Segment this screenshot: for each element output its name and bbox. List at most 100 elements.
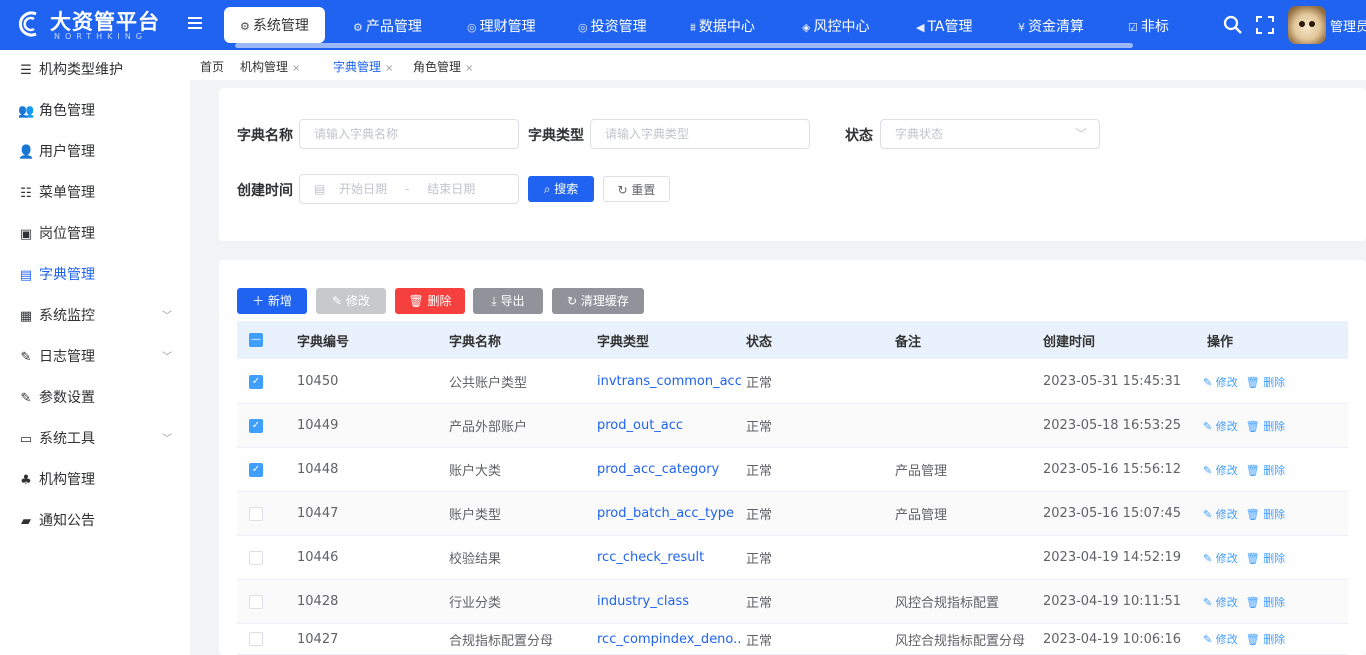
sidebar-item-users[interactable]: 👤 用户管理 <box>0 132 190 173</box>
fullscreen-icon[interactable] <box>1254 14 1276 36</box>
row-edit-link[interactable]: ✎ 修改 <box>1203 418 1238 434</box>
cell-id: 10446 <box>297 550 339 565</box>
end-date[interactable]: 结束日期 <box>427 182 475 196</box>
cell-type-link[interactable]: prod_acc_category <box>597 448 742 491</box>
row-checkbox[interactable]: ✓ <box>249 374 263 389</box>
dict-type-input[interactable]: 请输入字典类型 <box>590 119 810 149</box>
cell-id: 10449 <box>297 418 339 433</box>
tree-icon: ☷ <box>20 186 32 201</box>
col-dict-type: 字典类型 <box>597 334 650 350</box>
row-checkbox[interactable]: ✓ <box>249 462 263 477</box>
cell-status: 正常 <box>746 464 773 479</box>
sidebar-item-notices[interactable]: ▰ 通知公告 <box>0 501 190 542</box>
row-checkbox[interactable] <box>249 550 263 565</box>
app-logo[interactable]: 大资管平台 NORTHKING <box>14 6 174 46</box>
sidebar-item-logs[interactable]: ✎ 日志管理 ﹀ <box>0 337 190 378</box>
sidebar-item-menus[interactable]: ☷ 菜单管理 <box>0 173 190 214</box>
cell-type-link[interactable]: prod_batch_acc_type <box>597 492 742 535</box>
tag-home[interactable]: 首页 <box>200 58 224 75</box>
sidebar-item-dict[interactable]: ▤ 字典管理 <box>0 255 190 296</box>
chevron-down-icon: ﹀ <box>162 352 172 363</box>
table-row[interactable]: 10428 行业分类 industry_class 正常 风控合规指标配置 20… <box>237 580 1348 624</box>
cell-name: 校验结果 <box>449 552 502 567</box>
cell-type-link[interactable]: rcc_check_result <box>597 536 742 579</box>
row-checkbox[interactable] <box>249 594 263 609</box>
tag-org[interactable]: 机构管理 × <box>240 58 300 75</box>
row-edit-link[interactable]: ✎ 修改 <box>1203 506 1238 522</box>
row-edit-link[interactable]: ✎ 修改 <box>1203 374 1238 390</box>
date-range-picker[interactable]: ▤ 开始日期 - 结束日期 <box>299 174 519 204</box>
menu-toggle-icon[interactable] <box>188 17 202 31</box>
row-delete-link[interactable]: 🗑 删除 <box>1246 550 1285 566</box>
sidebar-item-tools[interactable]: ▭ 系统工具 ﹀ <box>0 419 190 460</box>
close-icon[interactable]: × <box>465 63 473 74</box>
add-button[interactable]: ＋ 新增 <box>237 288 307 314</box>
checklist-icon: ☑ <box>1128 21 1138 34</box>
row-edit-link[interactable]: ✎ 修改 <box>1203 594 1238 610</box>
user-name[interactable]: 管理员 <box>1330 16 1366 35</box>
delete-button[interactable]: 🗑 删除 <box>395 288 465 314</box>
reset-button[interactable]: ↻ 重置 <box>603 176 670 202</box>
col-dict-id: 字典编号 <box>297 334 350 350</box>
row-checkbox[interactable]: ✓ <box>249 418 263 433</box>
table-row[interactable]: ✓ 10450 公共账户类型 invtrans_common_acct 正常 2… <box>237 360 1348 404</box>
export-button[interactable]: ⤓ 导出 <box>473 288 543 314</box>
tag-dict[interactable]: 字典管理 × <box>333 58 393 75</box>
close-icon[interactable]: × <box>385 63 393 74</box>
chevron-down-icon: ﹀ <box>162 434 172 445</box>
table-row[interactable]: ✓ 10449 产品外部账户 prod_out_acc 正常 2023-05-1… <box>237 404 1348 448</box>
search-button[interactable]: ⌕ 搜索 <box>528 176 594 202</box>
nav-system[interactable]: ⚙ 系统管理 <box>224 7 325 43</box>
table-row[interactable]: 10446 校验结果 rcc_check_result 正常 2023-04-1… <box>237 536 1348 580</box>
table-row[interactable]: ✓ 10448 账户大类 prod_acc_category 正常 产品管理 2… <box>237 448 1348 492</box>
dict-type-label: 字典类型 <box>528 128 584 144</box>
row-delete-link[interactable]: 🗑 删除 <box>1246 631 1285 647</box>
sidebar-item-org-type[interactable]: ☰ 机构类型维护 <box>0 50 190 91</box>
row-delete-link[interactable]: 🗑 删除 <box>1246 418 1285 434</box>
table-row[interactable]: 10427 合规指标配置分母 rcc_compindex_deno... 正常 … <box>237 624 1348 655</box>
start-date[interactable]: 开始日期 <box>339 182 387 196</box>
sidebar-item-roles[interactable]: 👥 角色管理 <box>0 91 190 132</box>
table-header: — 字典编号 字典名称 字典类型 状态 备注 创建时间 操作 <box>237 321 1348 359</box>
dict-name-input[interactable]: 请输入字典名称 <box>299 119 519 149</box>
edit-button[interactable]: ✎ 修改 <box>316 288 386 314</box>
sidebar-item-posts[interactable]: ▣ 岗位管理 <box>0 214 190 255</box>
search-icon: ⌕ <box>543 182 555 196</box>
row-delete-link[interactable]: 🗑 删除 <box>1246 594 1285 610</box>
search-card <box>219 88 1366 241</box>
row-checkbox[interactable] <box>249 632 263 646</box>
plus-icon: ＋ <box>252 294 268 308</box>
clear-cache-button[interactable]: ↻ 清理缓存 <box>552 288 644 314</box>
sidebar-item-monitor[interactable]: ▦ 系统监控 ﹀ <box>0 296 190 337</box>
row-delete-link[interactable]: 🗑 删除 <box>1246 506 1285 522</box>
row-edit-link[interactable]: ✎ 修改 <box>1203 631 1238 647</box>
cell-type-link[interactable]: prod_out_acc <box>597 404 742 447</box>
cell-type-link[interactable]: rcc_compindex_deno... <box>597 624 742 654</box>
search-icon[interactable] <box>1222 14 1244 36</box>
cell-created: 2023-04-19 10:06:16 <box>1043 631 1182 647</box>
col-actions: 操作 <box>1207 334 1234 350</box>
row-delete-link[interactable]: 🗑 删除 <box>1246 462 1285 478</box>
status-label: 状态 <box>845 128 873 144</box>
status-select[interactable]: 字典状态 ﹀ <box>880 119 1100 149</box>
row-checkbox[interactable] <box>249 506 263 521</box>
nav-nonstandard[interactable]: ☑ 非标 <box>1128 0 1169 50</box>
nav-scrollbar[interactable] <box>235 43 1133 48</box>
user-avatar[interactable] <box>1288 6 1326 44</box>
log-icon: ✎ <box>20 350 32 365</box>
sidebar-item-params[interactable]: ✎ 参数设置 <box>0 378 190 419</box>
created-label: 创建时间 <box>237 183 293 199</box>
row-edit-link[interactable]: ✎ 修改 <box>1203 462 1238 478</box>
users-icon: 👥 <box>18 104 35 119</box>
gear-icon: ⚙ <box>353 21 363 34</box>
cell-type-link[interactable]: industry_class <box>597 580 742 623</box>
tag-roles[interactable]: 角色管理 × <box>413 58 473 75</box>
sidebar-item-orgs[interactable]: ♣ 机构管理 <box>0 460 190 501</box>
select-all-checkbox[interactable]: — <box>249 333 263 347</box>
cell-type-link[interactable]: invtrans_common_acct <box>597 360 742 403</box>
row-edit-link[interactable]: ✎ 修改 <box>1203 550 1238 566</box>
cell-id: 10428 <box>297 594 339 609</box>
row-delete-link[interactable]: 🗑 删除 <box>1246 374 1285 390</box>
table-row[interactable]: 10447 账户类型 prod_batch_acc_type 正常 产品管理 2… <box>237 492 1348 536</box>
close-icon[interactable]: × <box>292 63 300 74</box>
